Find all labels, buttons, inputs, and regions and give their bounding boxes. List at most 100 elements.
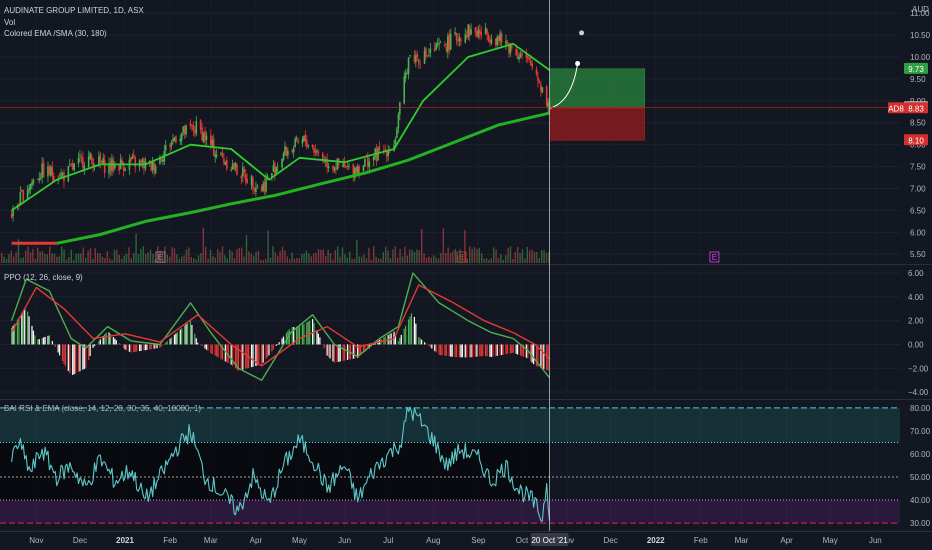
volume-bar bbox=[116, 249, 118, 263]
volume-bar bbox=[382, 252, 384, 263]
volume-bar bbox=[325, 256, 327, 263]
candle-body bbox=[335, 168, 337, 170]
ppo-histogram-bar bbox=[53, 343, 55, 345]
ppo-histogram-bar bbox=[470, 344, 472, 358]
candle-body bbox=[333, 167, 336, 171]
ppo-histogram-bar bbox=[525, 344, 527, 358]
ppo-histogram-bar bbox=[460, 344, 462, 358]
volume-bar bbox=[46, 254, 48, 263]
ppo-histogram-bar bbox=[175, 333, 177, 345]
volume-bar bbox=[89, 248, 92, 263]
candle-body bbox=[291, 149, 294, 153]
candle-body bbox=[477, 29, 480, 38]
volume-bar bbox=[73, 259, 75, 263]
ppo-histogram-bar bbox=[519, 344, 522, 356]
volume-bar bbox=[49, 246, 51, 263]
ppo-histogram-bar bbox=[144, 344, 146, 351]
ppo-histogram-bar bbox=[89, 344, 91, 356]
volume-bar bbox=[305, 250, 308, 263]
candle-body bbox=[317, 152, 320, 154]
chart-canvas[interactable]: 5.506.006.507.007.508.008.509.009.5010.0… bbox=[0, 0, 932, 550]
candle-body bbox=[182, 126, 184, 133]
volume-bar bbox=[193, 258, 195, 263]
candle-body bbox=[52, 175, 55, 181]
volume-bar bbox=[469, 246, 471, 263]
ppo-histogram-bar bbox=[43, 337, 45, 345]
ppo-histogram-bar bbox=[466, 344, 468, 358]
volume-bar bbox=[63, 249, 65, 263]
candle-body bbox=[429, 48, 432, 53]
candle-body bbox=[460, 39, 462, 42]
ppo-histogram-bar bbox=[133, 344, 135, 353]
candle-body bbox=[223, 158, 225, 163]
ppo-histogram-bar bbox=[210, 344, 212, 354]
candle-body bbox=[368, 161, 371, 168]
ppo-histogram-bar bbox=[421, 339, 423, 345]
candle-body bbox=[47, 166, 49, 177]
volume-bar bbox=[387, 250, 389, 263]
candle-body bbox=[413, 55, 416, 62]
candle-body bbox=[221, 153, 224, 157]
ppo-histogram-bar bbox=[346, 344, 349, 360]
ppo-histogram-bar bbox=[275, 344, 277, 346]
candle-body bbox=[537, 76, 539, 82]
volume-bar bbox=[87, 250, 89, 263]
candle-body bbox=[416, 53, 419, 58]
volume-bar bbox=[370, 259, 372, 263]
volume-bar bbox=[353, 258, 356, 263]
price-tag: 9.73 bbox=[908, 65, 924, 74]
candle-body bbox=[214, 154, 216, 158]
ppo-histogram-bar bbox=[143, 344, 145, 351]
rsi-tick-label: 50.00 bbox=[910, 473, 931, 482]
candle-body bbox=[316, 150, 318, 152]
candle-body bbox=[132, 154, 135, 158]
ppo-histogram-bar bbox=[399, 337, 401, 345]
ppo-histogram-bar bbox=[352, 344, 354, 359]
candle-body bbox=[201, 127, 203, 141]
volume-bar bbox=[341, 247, 344, 263]
candle-body bbox=[409, 55, 411, 56]
candle-body bbox=[407, 57, 410, 74]
volume-bar bbox=[428, 256, 430, 263]
candle-body bbox=[180, 133, 183, 141]
candle-body bbox=[87, 156, 90, 167]
volume-bar bbox=[526, 246, 528, 263]
time-tick-label: Dec bbox=[73, 536, 87, 545]
ppo-histogram-bar bbox=[277, 344, 279, 345]
candle-body bbox=[448, 34, 451, 50]
volume-bar bbox=[430, 257, 432, 263]
candle-body bbox=[153, 162, 155, 172]
ppo-histogram-bar bbox=[531, 344, 533, 363]
candle-body bbox=[48, 166, 51, 175]
candle-body bbox=[436, 42, 439, 45]
volume-bar bbox=[423, 253, 425, 263]
ppo-histogram-bar bbox=[176, 332, 178, 345]
ppo-histogram-bar bbox=[474, 344, 477, 357]
ppo-histogram-bar bbox=[489, 344, 491, 357]
ppo-histogram-bar bbox=[499, 344, 501, 356]
volume-bar bbox=[135, 233, 137, 263]
candle-body bbox=[243, 169, 246, 173]
candle-body bbox=[529, 60, 532, 66]
volume-bar bbox=[94, 248, 96, 263]
ppo-histogram-bar bbox=[265, 344, 267, 359]
candle-body bbox=[79, 155, 81, 157]
ppo-histogram-bar bbox=[297, 326, 299, 345]
ppo-histogram-bar bbox=[130, 344, 132, 353]
ppo-histogram-bar bbox=[173, 334, 176, 345]
volume-bar bbox=[27, 246, 29, 263]
price-tick-label: 8.50 bbox=[910, 119, 926, 128]
candle-body bbox=[476, 31, 478, 36]
candle-body bbox=[397, 114, 400, 129]
candle-body bbox=[234, 162, 237, 168]
volume-bar bbox=[473, 247, 476, 263]
ppo-histogram-bar bbox=[88, 344, 90, 361]
ppo-histogram-bar bbox=[332, 344, 334, 362]
candle-body bbox=[457, 39, 459, 42]
candle-body bbox=[273, 163, 276, 175]
volume-bar bbox=[152, 253, 154, 263]
time-tick-label: May bbox=[292, 536, 307, 545]
ppo-histogram-bar bbox=[423, 342, 426, 345]
candle-body bbox=[538, 82, 541, 84]
volume-bar bbox=[454, 248, 456, 263]
